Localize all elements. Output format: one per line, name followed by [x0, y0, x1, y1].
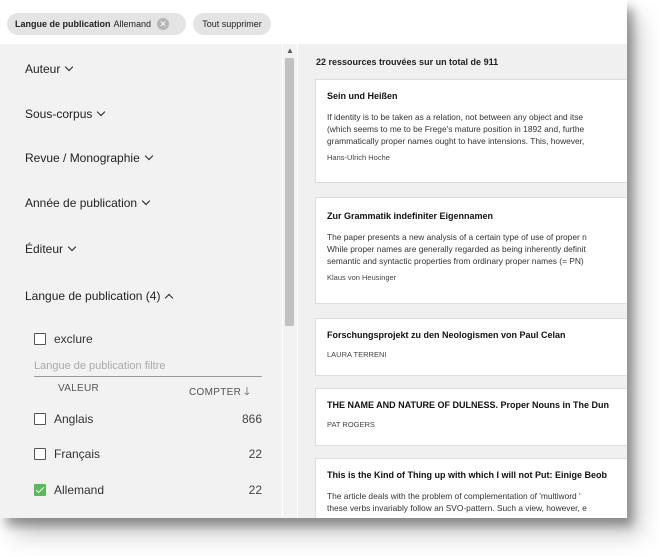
chip-filter-value: Allemand: [113, 19, 152, 29]
result-title[interactable]: Forschungsprojekt zu den Neologismen von…: [327, 330, 627, 340]
result-author[interactable]: Klaus von Heusinger: [327, 273, 627, 282]
chevron-down-icon: [97, 107, 106, 117]
sidebar-scrollbar[interactable]: ▲: [283, 44, 297, 518]
result-abstract-line: If identity is to be taken as a relation…: [327, 112, 584, 122]
facet-editeur-label: Éditeur: [25, 242, 64, 256]
language-option[interactable]: Français 22: [34, 447, 262, 461]
result-abstract-line: semantic and syntactic properties from o…: [327, 256, 584, 266]
clear-all-button[interactable]: Tout supprimer: [193, 13, 271, 35]
chevron-down-icon: [65, 62, 74, 72]
result-abstract-line: (which seems to me to be Frege's mature …: [327, 124, 585, 134]
result-title[interactable]: This is the Kind of Thing up with which …: [327, 470, 627, 480]
language-option-checkbox[interactable]: [34, 448, 46, 460]
results-summary: 22 ressources trouvées sur un total de 9…: [316, 57, 499, 67]
facet-annee[interactable]: Année de publication: [25, 196, 151, 210]
facet-annee-label: Année de publication: [25, 196, 138, 210]
result-author[interactable]: PAT ROGERS: [327, 420, 627, 429]
column-header-value: VALEUR: [58, 383, 100, 394]
scroll-up-icon[interactable]: ▲: [286, 46, 294, 55]
result-abstract-line: While proper names are generally regarde…: [327, 244, 586, 254]
facet-sous-corpus-label: Sous-corpus: [25, 107, 93, 121]
result-title[interactable]: Sein und Heißen: [327, 91, 627, 101]
result-title[interactable]: Zur Grammatik indefiniter Eigennamen: [327, 211, 627, 221]
facet-editeur[interactable]: Éditeur: [25, 242, 77, 256]
result-abstract-line: The paper presents a new analysis of a c…: [327, 232, 587, 242]
language-option-count: 22: [248, 483, 262, 497]
result-card[interactable]: THE NAME AND NATURE OF DULNESS. Proper N…: [315, 388, 627, 446]
exclude-label: exclure: [54, 332, 93, 346]
facet-langue-label: Langue de publication (4): [25, 289, 161, 303]
chevron-up-icon: [165, 293, 174, 302]
result-card[interactable]: Forschungsprojekt zu den Neologismen von…: [315, 318, 627, 376]
language-option[interactable]: Allemand 22: [34, 483, 262, 497]
language-option-label: Anglais: [54, 412, 94, 426]
result-author[interactable]: LAURA TERRENI: [327, 350, 627, 359]
result-abstract-line: grammatically proper names ought to have…: [327, 136, 585, 146]
facet-auteur[interactable]: Auteur: [25, 62, 74, 76]
result-title[interactable]: THE NAME AND NATURE OF DULNESS. Proper N…: [327, 400, 627, 410]
remove-filter-icon[interactable]: ✕: [157, 18, 170, 30]
language-option[interactable]: Anglais 866: [34, 412, 262, 426]
result-card[interactable]: This is the Kind of Thing up with which …: [315, 458, 627, 518]
chip-filter-label: Langue de publication: [15, 19, 111, 29]
facet-auteur-label: Auteur: [25, 62, 61, 76]
sort-down-icon: 🡓: [244, 386, 251, 398]
facet-revue-label: Revue / Monographie: [25, 151, 140, 165]
column-header-count-label: COMPTER: [189, 387, 242, 398]
result-card[interactable]: Sein und Heißen If identity is to be tak…: [315, 79, 627, 183]
exclude-checkbox[interactable]: [34, 333, 46, 345]
active-filters-bar: Langue de publication Allemand ✕ Tout su…: [0, 0, 627, 44]
active-filter-chip[interactable]: Langue de publication Allemand ✕: [7, 13, 186, 35]
facet-revue[interactable]: Revue / Monographie: [25, 151, 153, 165]
results-panel: 22 ressources trouvées sur un total de 9…: [298, 44, 627, 518]
column-header-count[interactable]: COMPTER 🡓: [189, 383, 250, 402]
facet-sous-corpus[interactable]: Sous-corpus: [25, 107, 106, 121]
language-option-checkbox-checked[interactable]: [34, 484, 46, 496]
language-option-checkbox[interactable]: [34, 413, 46, 425]
language-option-label: Allemand: [54, 483, 105, 497]
chevron-down-icon: [144, 151, 153, 161]
language-option-count: 22: [248, 447, 262, 461]
facet-langue[interactable]: Langue de publication (4): [25, 289, 174, 303]
exclude-toggle[interactable]: exclure: [34, 332, 262, 346]
app-window: Langue de publication Allemand ✕ Tout su…: [0, 0, 627, 518]
scrollbar-thumb[interactable]: [285, 58, 294, 326]
language-filter-input[interactable]: [34, 356, 262, 377]
result-author[interactable]: Hans-Ulrich Hoche: [327, 153, 627, 162]
result-abstract-line: The article deals with the problem of co…: [327, 491, 581, 501]
result-card[interactable]: Zur Grammatik indefiniter Eigennamen The…: [315, 197, 627, 304]
chevron-down-icon: [141, 196, 151, 206]
chevron-down-icon: [67, 242, 77, 252]
language-option-label: Français: [54, 447, 101, 461]
language-option-count: 866: [241, 412, 262, 426]
result-abstract-line: these verbs invariably follow an SVO-pat…: [327, 503, 587, 513]
facet-sidebar: Auteur Sous-corpus Revue / Monographie A…: [0, 44, 282, 518]
